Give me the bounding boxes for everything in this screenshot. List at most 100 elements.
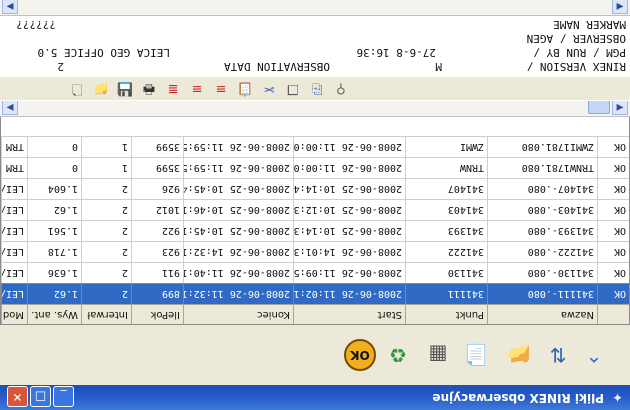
header-nazwa[interactable]: Nazwa [487, 305, 597, 324]
cell-punkt: TRNW [405, 157, 487, 178]
header-horizontal-scrollbar[interactable]: ◀ ▶ [0, 0, 630, 16]
list-red2-icon[interactable]: ≡ [188, 79, 206, 97]
table-row[interactable]: OK ZWMI1781.080 ZWMI 2008-06-26 11:00:00 200… [1, 136, 629, 157]
row-status: OK [597, 178, 629, 199]
copy-icon[interactable]: ❐ [284, 79, 302, 97]
header-scroll-right-icon[interactable]: ▶ [2, 0, 18, 14]
cell-mod: LEI/ [1, 262, 27, 283]
cell-ilepok: 926 [131, 178, 183, 199]
info-line2-left: PGM / RUN BY / [533, 46, 626, 59]
info-line4-left: MARKER NAME [553, 18, 626, 31]
cell-interwa-: 2 [81, 199, 131, 220]
cell-mod: TRM [1, 157, 27, 178]
scroll-right-icon[interactable]: ▶ [2, 99, 18, 115]
header-start[interactable]: Start [293, 305, 405, 324]
cell-start: 2008-06-26 14:01:30 [293, 241, 405, 262]
ok-icon[interactable]: OK [344, 339, 376, 371]
list-red-icon[interactable]: ≡ [212, 79, 230, 97]
info-line3-left: OBSERVER / AGEN [526, 32, 626, 45]
maximize-button[interactable]: □ [30, 386, 51, 407]
header-interwal[interactable]: Interwał [81, 305, 131, 324]
cell-wys-ant-: 1.636 [27, 262, 81, 283]
open-folder-icon[interactable]: 📁 [92, 79, 110, 97]
cell-wys-ant-: 1.62 [27, 199, 81, 220]
cell-mod: LEI/ [1, 241, 27, 262]
cell-koniec: 2008-06-25 10:45:40 [183, 178, 293, 199]
notes-icon[interactable]: 📄 [460, 339, 492, 371]
header-punkt[interactable]: Punkt [405, 305, 487, 324]
cell-mod: LEI/ [1, 283, 27, 304]
title-bar: ✦ Pliki RINEX obserwacyjne _ □ ✕ [0, 385, 630, 410]
header-scroll-left-icon[interactable]: ◀ [612, 0, 628, 14]
cell-mod: LEI/ [1, 178, 27, 199]
lookup-icon[interactable]: ⚲ [332, 79, 350, 97]
cell-punkt: 341403 [405, 199, 487, 220]
header-mod[interactable]: Mod [1, 305, 27, 324]
close-button[interactable]: ✕ [7, 386, 28, 407]
table-header: Nazwa Punkt Start Koniec IlePok Interwał… [1, 304, 629, 324]
new-file-icon[interactable]: 🗋 [68, 79, 86, 97]
cell-interwa-: 2 [81, 220, 131, 241]
cell-ilepok: 3599 [131, 157, 183, 178]
table-row[interactable]: OK 341222-.080 341222 2008-06-26 14:01:30 20… [1, 241, 629, 262]
cell-mod: LEI/ [1, 220, 27, 241]
scroll-left-icon[interactable]: ◀ [612, 99, 628, 115]
cell-wys-ant-: 1.561 [27, 220, 81, 241]
refresh-files-icon[interactable]: ⇅ [542, 339, 574, 371]
header-status[interactable] [597, 305, 629, 324]
cell-start: 2008-06-25 10:14:34 [293, 220, 405, 241]
back-arrow-icon[interactable]: ⌃ [578, 339, 610, 371]
table-row[interactable]: OK TRNW1781.080 TRNW 2008-06-26 11:00:00 200… [1, 157, 629, 178]
cut-icon[interactable]: ✂ [260, 79, 278, 97]
row-status: OK [597, 199, 629, 220]
save-blue-icon[interactable]: ⎘ [308, 79, 326, 97]
cell-nazwa: 341130-.080 [487, 262, 597, 283]
cell-interwa-: 2 [81, 241, 131, 262]
table-row[interactable]: OK 341130-.080 341130 2008-06-26 11:09:54 20… [1, 262, 629, 283]
cell-interwa-: 1 [81, 136, 131, 157]
cell-wys-ant-: 1.604 [27, 178, 81, 199]
table-row[interactable]: OK 341111-.080 341111 2008-06-26 11:02:18 20… [1, 283, 629, 304]
save-icon[interactable]: 💾 [116, 79, 134, 97]
cell-interwa-: 2 [81, 262, 131, 283]
table-row[interactable]: OK 341393-.080 341393 2008-06-25 10:14:34 20… [1, 220, 629, 241]
cell-nazwa: 341111-.080 [487, 283, 597, 304]
table-row[interactable]: OK 341403-.080 341403 2008-06-25 10:12:30 20… [1, 199, 629, 220]
cell-wys-ant-: 1.62 [27, 283, 81, 304]
header-ilepok[interactable]: IlePok [131, 305, 183, 324]
info-line2-mid: 27-6-8 16:36 [356, 46, 436, 59]
cell-nazwa: 341393-.080 [487, 220, 597, 241]
cell-start: 2008-06-26 11:00:00 [293, 157, 405, 178]
paste-icon[interactable]: 📋 [236, 79, 254, 97]
cell-mod: LEI/ [1, 199, 27, 220]
info-line1-mid: M [435, 60, 442, 73]
user-folder-icon[interactable]: 📂 [502, 339, 534, 371]
cell-wys-ant-: 0 [27, 136, 81, 157]
cell-punkt: ZWMI [405, 136, 487, 157]
recycle-icon[interactable]: ♻ [382, 339, 414, 371]
minimize-button[interactable]: _ [53, 386, 74, 407]
cell-start: 2008-06-25 10:14:48 [293, 178, 405, 199]
info-line1-mid2: OBSERVATION DATA [224, 60, 330, 73]
rinex-header-panel: RINEX VERSION / M OBSERVATION DATA 2 PGM… [0, 16, 630, 77]
printer-icon[interactable]: 🖶 [140, 79, 158, 97]
cell-start: 2008-06-25 10:12:30 [293, 199, 405, 220]
header-koniec[interactable]: Koniec [183, 305, 293, 324]
table-row[interactable]: OK 341407-.080 341407 2008-06-25 10:14:48 20… [1, 178, 629, 199]
cell-koniec: 2008-06-25 10:45:18 [183, 220, 293, 241]
cell-interwa-: 1 [81, 157, 131, 178]
cell-koniec: 2008-06-26 11:32:16 [183, 283, 293, 304]
cell-nazwa: 341222-.080 [487, 241, 597, 262]
action-toolbar: ⌃ ⇅ 📂 📄 ▦ ♻ OK [0, 324, 630, 385]
header-wys-ant[interactable]: Wys. ant. [27, 305, 81, 324]
row-status: OK [597, 262, 629, 283]
cell-start: 2008-06-26 11:09:54 [293, 262, 405, 283]
cell-ilepok: 922 [131, 220, 183, 241]
table-horizontal-scrollbar[interactable]: ◀ ▶ [0, 99, 630, 117]
scroll-thumb[interactable] [588, 100, 610, 114]
cell-nazwa: TRNW1781.080 [487, 157, 597, 178]
observation-files-table: Nazwa Punkt Start Koniec IlePok Interwał… [0, 95, 630, 325]
list-red3-icon[interactable]: ≣ [164, 79, 182, 97]
row-status: OK [597, 157, 629, 178]
calculator-icon[interactable]: ▦ [422, 339, 454, 371]
